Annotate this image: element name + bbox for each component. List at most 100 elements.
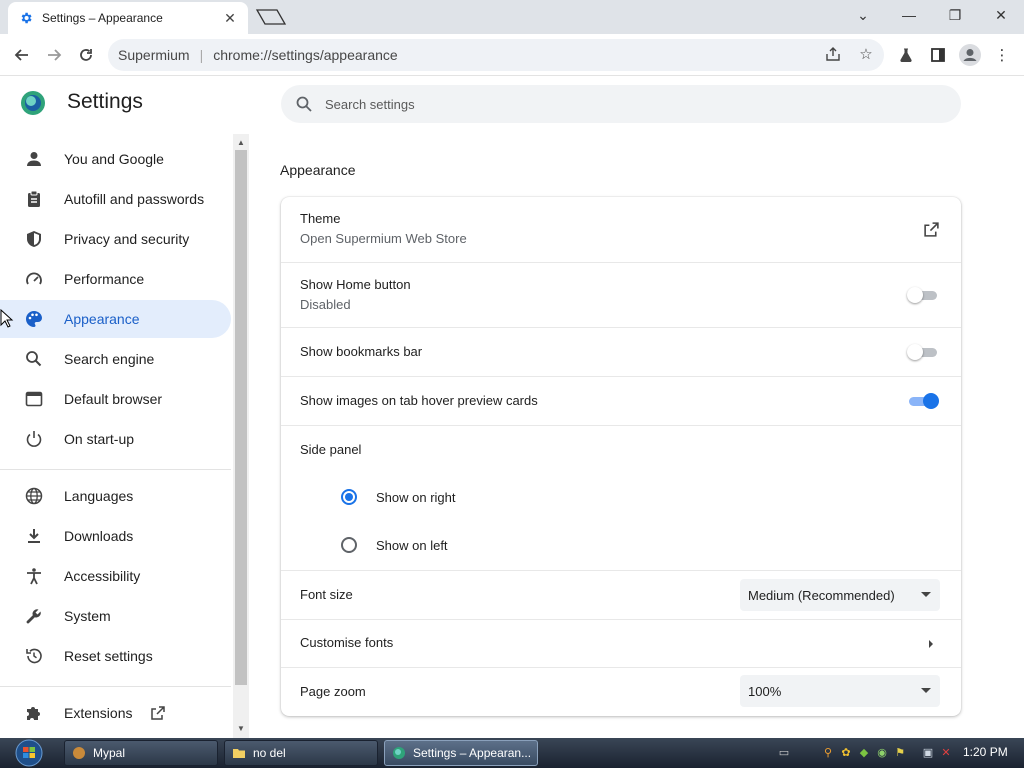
omnibox-separator: |: [199, 47, 204, 63]
page-zoom-row: Page zoom 100%: [281, 667, 961, 716]
tray-app-icon[interactable]: ✿: [838, 744, 854, 760]
extensions-flask-icon[interactable]: [894, 43, 918, 67]
sidebar-item-reset-settings[interactable]: Reset settings: [0, 637, 231, 675]
scroll-down-arrow-icon[interactable]: ▼: [233, 722, 249, 736]
close-window-button[interactable]: ✕: [978, 0, 1024, 30]
forward-button[interactable]: [41, 42, 67, 68]
font-size-select[interactable]: Medium (Recommended): [740, 579, 940, 611]
settings-gear-icon: [18, 10, 34, 26]
bookmark-star-icon[interactable]: ☆: [855, 43, 877, 65]
tray-shield-icon[interactable]: ◆: [856, 744, 872, 760]
supermium-logo-icon: [20, 90, 46, 116]
scroll-up-arrow-icon[interactable]: ▲: [233, 136, 249, 150]
settings-sidebar: You and Google Autofill and passwords Pr…: [0, 138, 233, 738]
sidebar-item-label: System: [64, 608, 111, 624]
profile-avatar-icon[interactable]: [958, 43, 982, 67]
mypal-icon: [71, 745, 87, 761]
dropdown-arrow-icon: [921, 688, 931, 693]
palette-icon: [23, 308, 45, 330]
radio-checked[interactable]: [341, 489, 357, 505]
tray-flag-icon[interactable]: ⚑: [892, 744, 908, 760]
page-zoom-select[interactable]: 100%: [740, 675, 940, 707]
side-panel-right-option[interactable]: Show on right: [341, 487, 456, 507]
open-in-new-icon: [150, 705, 166, 721]
omnibox-url: chrome://settings/appearance: [213, 47, 398, 63]
puzzle-icon: [23, 702, 45, 724]
mouse-cursor-icon: [0, 308, 14, 329]
chevron-right-icon: [929, 640, 933, 648]
sidebar-scroll-thumb[interactable]: [235, 150, 247, 685]
font-size-label: Font size: [300, 587, 353, 602]
search-settings-box[interactable]: [281, 85, 961, 123]
sidebar-item-on-start-up[interactable]: On start-up: [0, 420, 231, 458]
taskbar-clock[interactable]: 1:20 PM: [963, 745, 1008, 759]
sidebar-item-privacy[interactable]: Privacy and security: [0, 220, 231, 258]
bookmarks-bar-toggle[interactable]: [907, 343, 939, 361]
search-input[interactable]: [325, 96, 825, 112]
taskbar-label: Mypal: [93, 746, 126, 760]
tray-update-icon[interactable]: ◉: [874, 744, 890, 760]
menu-kebab-icon[interactable]: ⋮: [990, 43, 1014, 67]
theme-row[interactable]: Theme Open Supermium Web Store: [281, 197, 961, 262]
tab-close-icon[interactable]: ✕: [222, 10, 238, 26]
maximize-button[interactable]: ❐: [932, 0, 978, 30]
browser-toolbar: Supermium | chrome://settings/appearance…: [0, 34, 1024, 76]
person-icon: [23, 148, 45, 170]
sidebar-item-you-and-google[interactable]: You and Google: [0, 140, 231, 178]
sidebar-item-label: Autofill and passwords: [64, 191, 205, 207]
sidebar-item-extensions[interactable]: Extensions: [0, 694, 231, 732]
sidebar-item-languages[interactable]: Languages: [0, 477, 231, 515]
taskbar-item-settings[interactable]: Settings – Appearan...: [384, 740, 538, 766]
address-bar[interactable]: Supermium | chrome://settings/appearance: [108, 39, 884, 71]
sidebar-item-performance[interactable]: Performance: [0, 260, 231, 298]
sidebar-item-label: Accessibility: [64, 568, 141, 584]
sidebar-item-appearance[interactable]: Appearance: [0, 300, 231, 338]
taskbar-item-mypal[interactable]: Mypal: [64, 740, 218, 766]
share-icon[interactable]: [822, 43, 844, 65]
sidebar-item-accessibility[interactable]: Accessibility: [0, 557, 231, 595]
sidebar-item-autofill[interactable]: Autofill and passwords: [0, 180, 231, 218]
font-size-value: Medium (Recommended): [748, 587, 895, 603]
tab-hover-toggle[interactable]: [907, 392, 939, 410]
supermium-taskbar-icon: [391, 745, 407, 761]
volume-muted-icon[interactable]: ✕: [938, 744, 954, 760]
customise-fonts-row[interactable]: Customise fonts: [281, 619, 961, 667]
tab-search-chevron-icon[interactable]: ⌄: [840, 0, 886, 30]
page-zoom-value: 100%: [748, 683, 782, 699]
radio-unchecked[interactable]: [341, 537, 357, 553]
reload-button[interactable]: [73, 42, 99, 68]
appearance-card: Theme Open Supermium Web Store Show Home…: [281, 197, 961, 716]
home-button-toggle[interactable]: [907, 286, 939, 304]
open-in-new-icon[interactable]: [923, 221, 940, 241]
download-icon: [23, 525, 45, 547]
tab-title: Settings – Appearance: [42, 11, 163, 25]
sidebar-item-downloads[interactable]: Downloads: [0, 517, 231, 555]
new-tab-button[interactable]: [255, 8, 287, 26]
sidebar-item-label: Languages: [64, 488, 134, 504]
search-icon: [23, 348, 45, 370]
sidebar-item-default-browser[interactable]: Default browser: [0, 380, 231, 418]
back-button[interactable]: [9, 42, 35, 68]
side-panel-icon[interactable]: [926, 43, 950, 67]
search-tray-icon[interactable]: ⚲: [820, 744, 836, 760]
sidebar-item-system[interactable]: System: [0, 597, 231, 635]
sidebar-item-label: Downloads: [64, 528, 134, 544]
browser-tab[interactable]: Settings – Appearance ✕: [8, 2, 248, 34]
taskbar-item-no-del[interactable]: no del: [224, 740, 378, 766]
home-button-sub: Disabled: [300, 297, 351, 312]
section-title: Appearance: [280, 162, 356, 178]
side-panel-left-option[interactable]: Show on left: [341, 535, 448, 555]
page-title: Settings: [67, 90, 143, 113]
theme-label: Theme: [300, 211, 341, 226]
start-button[interactable]: [8, 738, 50, 768]
folder-icon: [231, 745, 247, 761]
omnibox-site: Supermium: [118, 47, 190, 63]
bookmarks-bar-row: Show bookmarks bar: [281, 327, 961, 376]
sidebar-item-search-engine[interactable]: Search engine: [0, 340, 231, 378]
minimize-button[interactable]: —: [886, 0, 932, 30]
sidebar-item-label: Extensions: [64, 705, 133, 721]
sidebar-item-label: Search engine: [64, 351, 155, 367]
keyboard-icon[interactable]: ▭: [776, 744, 792, 760]
network-icon[interactable]: ▣: [920, 744, 936, 760]
theme-sub: Open Supermium Web Store: [300, 231, 467, 246]
